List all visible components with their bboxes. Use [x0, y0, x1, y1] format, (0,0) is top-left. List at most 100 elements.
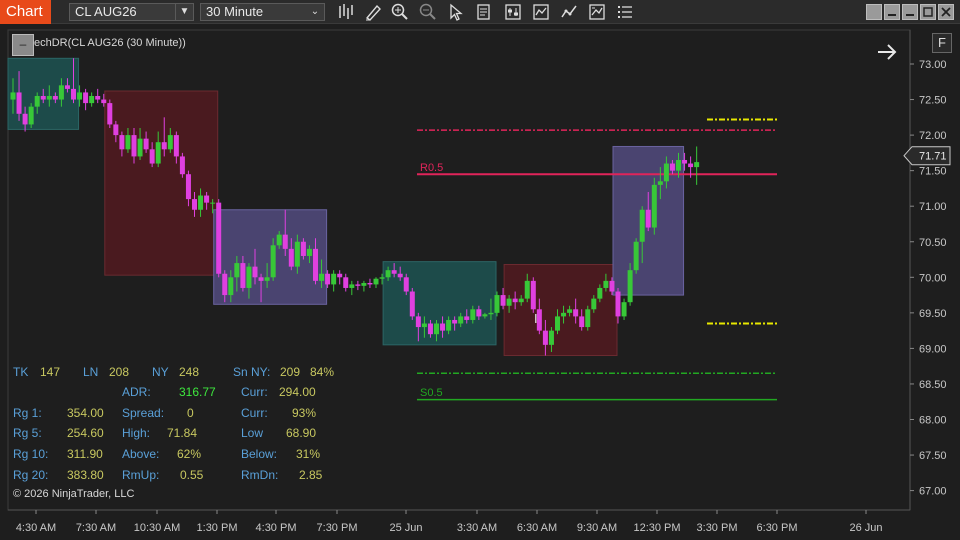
- candle-body: [379, 277, 385, 279]
- rg1-value: 354.00: [67, 406, 104, 420]
- candle-body: [89, 95, 95, 104]
- candle-body: [669, 163, 675, 171]
- candle: [89, 92, 95, 107]
- bar-type-icon[interactable]: [336, 2, 356, 22]
- time-tick-label: 12:30 PM: [633, 522, 680, 534]
- candle-body: [28, 106, 34, 125]
- candle: [651, 177, 657, 235]
- candle: [216, 199, 222, 278]
- price-tick-label: 69.00: [919, 343, 947, 355]
- f-button[interactable]: F: [932, 33, 952, 53]
- curr2-label: Curr:: [241, 406, 268, 420]
- candle-body: [500, 295, 506, 306]
- arrow-right-icon[interactable]: [876, 42, 898, 62]
- ny-label: NY: [152, 365, 169, 379]
- time-tick-label: 6:30 AM: [517, 522, 557, 534]
- pointer-icon[interactable]: [446, 2, 466, 22]
- data-box-icon[interactable]: [474, 2, 494, 22]
- candle-body: [488, 312, 494, 315]
- candle-body: [651, 184, 657, 228]
- indicators-icon[interactable]: [531, 2, 551, 22]
- curr2-value: 93%: [292, 406, 317, 420]
- candle-body: [173, 135, 179, 157]
- candle-body: [107, 103, 113, 125]
- minimize-icon[interactable]: [884, 4, 900, 20]
- rmdn-value: 2.85: [299, 468, 323, 482]
- candle-body: [446, 319, 452, 331]
- session-box-maroon: [503, 264, 618, 357]
- time-tick-label: 25 Jun: [389, 522, 422, 534]
- properties-icon[interactable]: [503, 2, 523, 22]
- candle-body: [567, 309, 573, 313]
- candle-body: [555, 316, 560, 331]
- time-tick-label: 26 Jun: [849, 522, 882, 534]
- chevron-down-icon[interactable]: ⌄: [306, 4, 324, 20]
- price-tick-label: 67.00: [919, 486, 947, 498]
- candle: [107, 99, 113, 128]
- candle: [373, 277, 379, 288]
- candle-body: [198, 195, 204, 210]
- candle: [694, 146, 700, 185]
- price-tick-label: 67.50: [919, 450, 947, 462]
- minimize-window-icon[interactable]: [902, 4, 918, 20]
- zoom-in-icon[interactable]: [390, 2, 410, 22]
- candle-body: [452, 319, 458, 324]
- level-lines: [417, 118, 777, 401]
- templates-icon[interactable]: [587, 2, 607, 22]
- candle-body: [222, 273, 228, 296]
- candle-body: [337, 273, 343, 278]
- candle-body: [95, 95, 101, 100]
- high-label: High:: [122, 426, 151, 440]
- close-icon[interactable]: [938, 4, 954, 20]
- maximize-icon[interactable]: [920, 4, 936, 20]
- above-label: Above:: [122, 447, 160, 461]
- resistance-label: R0.5: [420, 162, 443, 174]
- candle-body: [161, 142, 167, 150]
- rg20-value: 383.80: [67, 468, 104, 482]
- candle-body: [512, 298, 518, 303]
- draw-icon[interactable]: [363, 2, 383, 22]
- candle-body: [319, 273, 325, 281]
- candle-body: [367, 282, 373, 285]
- candle-body: [313, 248, 318, 281]
- time-tick-label: 7:30 AM: [76, 522, 116, 534]
- price-tick-label: 68.50: [919, 379, 947, 391]
- candle-body: [282, 234, 288, 249]
- snny-value: 209: [280, 365, 301, 379]
- candle-body: [143, 138, 149, 150]
- session-box-maroon: [104, 90, 219, 276]
- snny-label: Sn NY:: [233, 365, 271, 379]
- candle-body: [542, 330, 548, 345]
- candle-body: [325, 273, 331, 285]
- candle-body: [663, 163, 669, 182]
- candle-body: [591, 298, 597, 310]
- price-tick-label: 72.50: [919, 95, 947, 107]
- more-icon[interactable]: [615, 2, 635, 22]
- candle-body: [361, 282, 367, 286]
- adr-label: ADR:: [122, 385, 151, 399]
- candle-body: [579, 316, 585, 328]
- candle-body: [155, 142, 161, 164]
- interval-selector[interactable]: 30 Minute ⌄: [200, 3, 325, 21]
- high-value: 71.84: [167, 426, 198, 440]
- price-tick-label: 69.50: [919, 308, 947, 320]
- collapse-button[interactable]: –: [12, 34, 34, 56]
- time-tick-label: 1:30 PM: [197, 522, 238, 534]
- instrument-selector[interactable]: CL AUG26 ▼: [69, 3, 194, 21]
- candle: [585, 305, 591, 331]
- candle-body: [228, 277, 234, 296]
- zoom-out-icon[interactable]: [418, 2, 438, 22]
- current-price-marker: 71.71: [903, 146, 951, 166]
- strategies-icon[interactable]: [559, 2, 579, 22]
- snny-pct: 84%: [310, 365, 335, 379]
- curr1-value: 294.00: [279, 385, 316, 399]
- restore-icon[interactable]: [866, 4, 882, 20]
- candle-body: [415, 316, 421, 328]
- candle-body: [34, 95, 40, 107]
- price-chart[interactable]: 73.00 72.50 72.00 71.50 71.00 70.50 70.00 69.50…: [0, 24, 960, 540]
- candle: [409, 287, 415, 320]
- candle-body: [131, 135, 137, 157]
- chart-tab[interactable]: Chart: [0, 0, 51, 24]
- candle-body: [385, 270, 391, 278]
- chevron-down-icon[interactable]: ▼: [175, 4, 193, 20]
